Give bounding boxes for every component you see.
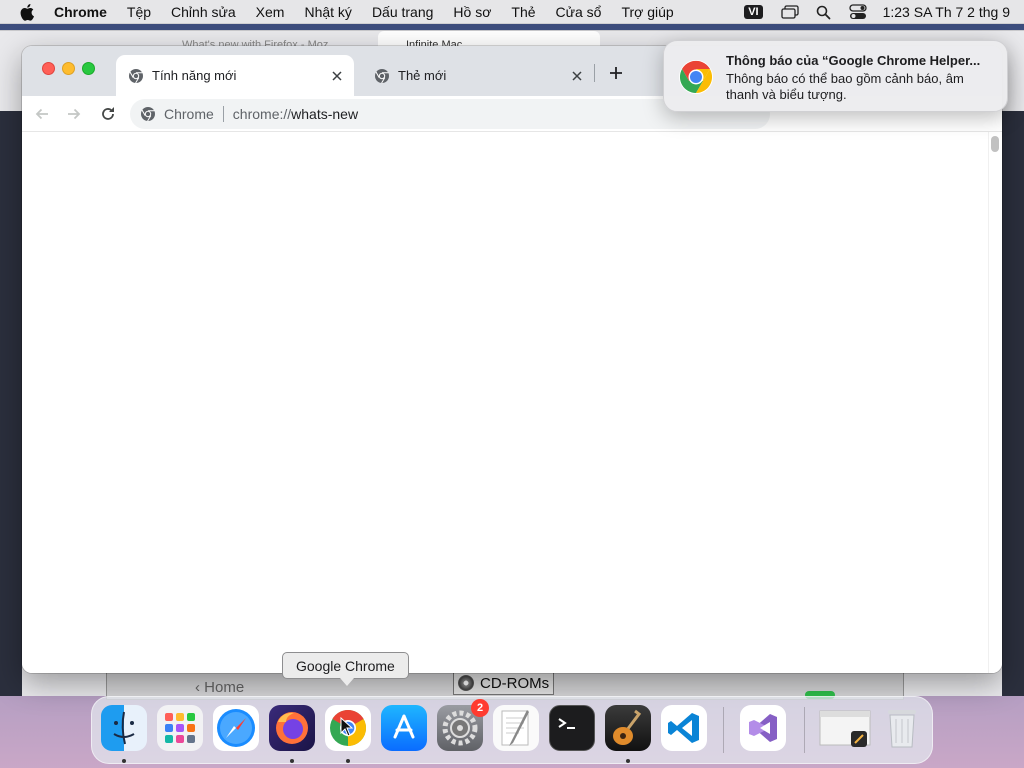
new-tab-button[interactable] <box>604 61 628 85</box>
screen-mirroring-icon[interactable] <box>780 4 799 20</box>
tab-whats-new[interactable]: Tính năng mới <box>116 55 354 96</box>
menu-profiles[interactable]: Hồ sơ <box>453 4 491 20</box>
menu-edit[interactable]: Chỉnh sửa <box>171 4 236 20</box>
plus-icon <box>610 67 622 79</box>
chrome-window: Tính năng mới Thẻ mới Chrome chrome://wh… <box>22 46 1002 673</box>
cdrom-tab[interactable]: CD-ROMs <box>453 671 555 695</box>
arrow-right-icon <box>68 108 81 120</box>
menu-app-name[interactable]: Chrome <box>54 4 107 20</box>
control-center-icon[interactable] <box>848 4 867 20</box>
menu-tab[interactable]: Thẻ <box>511 4 535 20</box>
notification-title: Thông báo của “Google Chrome Helper... <box>726 53 981 68</box>
dock-divider <box>804 707 805 753</box>
chrome-favicon-icon <box>128 68 144 84</box>
vscode-icon <box>668 713 699 743</box>
dock-visual-studio[interactable] <box>740 705 786 751</box>
running-indicator <box>290 759 294 763</box>
notification-banner[interactable]: Thông báo của “Google Chrome Helper... T… <box>663 40 1008 112</box>
menu-clock[interactable]: 1:23 SA Th 7 2 thg 9 <box>883 4 1010 20</box>
menu-history[interactable]: Nhật ký <box>304 4 351 20</box>
tab-title: Thẻ mới <box>398 68 447 83</box>
menu-view[interactable]: Xem <box>256 4 285 20</box>
running-indicator <box>626 759 630 763</box>
garageband-icon <box>613 709 642 745</box>
dock-launchpad[interactable] <box>157 705 203 751</box>
firefox-icon <box>276 712 308 744</box>
menu-help[interactable]: Trợ giúp <box>621 4 673 20</box>
spotlight-search-icon[interactable] <box>815 4 833 20</box>
dock-app-store[interactable] <box>381 705 427 751</box>
dock-garageband[interactable] <box>605 705 651 751</box>
trash-icon <box>888 710 916 748</box>
scrollbar-track[interactable] <box>988 132 1002 673</box>
apple-menu-icon[interactable] <box>18 2 38 22</box>
menu-window[interactable]: Cửa sổ <box>556 4 602 20</box>
menu-file[interactable]: Tệp <box>127 4 151 20</box>
background-page-edge-left <box>0 111 22 696</box>
terminal-icon <box>558 718 575 729</box>
tab-close-icon[interactable] <box>568 67 586 85</box>
dock-finder[interactable] <box>101 705 147 751</box>
safari-icon <box>217 709 255 747</box>
url-text[interactable]: chrome://whats-new <box>233 106 358 122</box>
url-host: whats-new <box>291 106 359 122</box>
site-chip-label[interactable]: Chrome <box>164 106 214 122</box>
chrome-app-icon <box>678 59 714 95</box>
dock-tooltip-arrow <box>340 678 354 686</box>
chrome-site-icon[interactable] <box>140 106 156 122</box>
reload-button[interactable] <box>94 100 122 128</box>
finder-icon <box>113 711 135 745</box>
close-window-button[interactable] <box>42 62 55 75</box>
dock-textedit[interactable] <box>493 705 539 751</box>
app-store-icon <box>393 714 415 739</box>
omnibox-separator <box>222 106 224 122</box>
cd-disc-icon <box>458 675 474 691</box>
dock-divider <box>723 707 724 753</box>
dock-system-preferences[interactable]: 2 <box>437 699 489 751</box>
url-scheme: chrome:// <box>232 106 292 122</box>
reload-icon <box>102 107 114 120</box>
scrollbar-thumb[interactable] <box>991 136 999 152</box>
minimize-window-button[interactable] <box>62 62 75 75</box>
zoom-window-button[interactable] <box>82 62 95 75</box>
launchpad-icon <box>165 713 195 743</box>
notification-badge: 2 <box>471 699 489 717</box>
visual-studio-icon <box>749 714 777 742</box>
preview-icon <box>819 710 871 747</box>
tab-new-tab[interactable]: Thẻ mới <box>362 55 594 96</box>
menu-bookmarks[interactable]: Dấu trang <box>372 4 433 20</box>
cdrom-label: CD-ROMs <box>480 674 550 692</box>
tab-separator <box>594 64 595 82</box>
textedit-icon <box>501 710 529 746</box>
page-content <box>22 132 1002 673</box>
home-link[interactable]: ‹ Home <box>195 679 244 696</box>
running-indicator <box>122 759 126 763</box>
dock-safari[interactable] <box>213 705 259 751</box>
arrow-left-icon <box>35 108 48 120</box>
dock-preview[interactable] <box>819 705 871 751</box>
tab-title: Tính năng mới <box>152 68 237 83</box>
dock-firefox[interactable] <box>269 705 315 751</box>
input-language-badge[interactable]: VI <box>744 5 763 19</box>
menu-bar: Chrome Tệp Chỉnh sửa Xem Nhật ký Dấu tra… <box>0 0 1024 24</box>
mouse-cursor-icon <box>340 717 354 737</box>
dock-vscode[interactable] <box>661 705 707 751</box>
notification-body: Thông báo có thể bao gồm cảnh báo, âm th… <box>726 71 964 102</box>
dock: 2 <box>91 696 933 764</box>
running-indicator <box>346 759 350 763</box>
dock-tooltip: Google Chrome <box>282 652 409 679</box>
chrome-favicon-icon <box>374 68 390 84</box>
dock-terminal[interactable] <box>549 705 595 751</box>
forward-button[interactable] <box>60 100 88 128</box>
tab-close-icon[interactable] <box>328 67 346 85</box>
background-page-edge-right <box>1002 111 1024 696</box>
back-button[interactable] <box>28 100 56 128</box>
dock-trash[interactable] <box>879 705 925 751</box>
